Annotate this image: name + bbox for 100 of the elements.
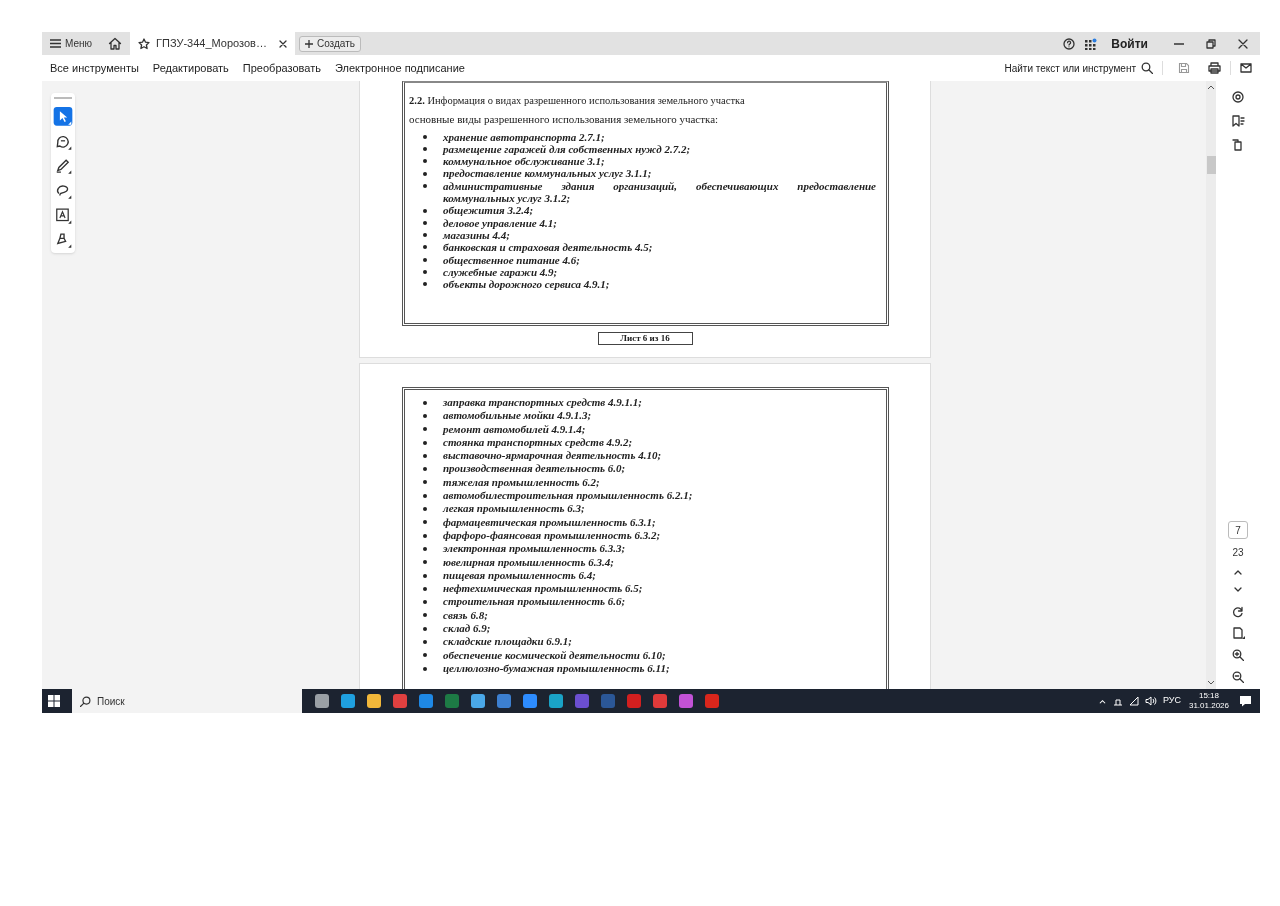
bullet-icon: [423, 400, 427, 405]
apps-grid-icon[interactable]: [1085, 37, 1098, 50]
app-icon[interactable]: [676, 691, 696, 711]
scroll-down-icon[interactable]: [1207, 678, 1215, 686]
page-fit-icon[interactable]: [1231, 627, 1245, 640]
bullet-icon: [423, 147, 427, 152]
bullet-icon: [423, 134, 427, 139]
close-icon[interactable]: [1238, 38, 1248, 49]
menu-button[interactable]: Меню: [42, 32, 101, 55]
clock-time[interactable]: 15:18: [1198, 691, 1219, 701]
toolbar-menu-item[interactable]: Электронное подписание: [334, 59, 465, 77]
list-item: размещение гаражей для собственных нужд 2.7.2;: [443, 142, 691, 156]
plus-icon: [304, 39, 313, 48]
list-item: производственная деятельность 6.0;: [443, 462, 626, 476]
speaker-icon[interactable]: [1144, 696, 1157, 706]
app-icon[interactable]: [546, 691, 566, 711]
pages-icon[interactable]: [1232, 139, 1244, 151]
list-item: объекты дорожного сервиса 4.9.1;: [443, 278, 610, 291]
bullet-icon: [423, 600, 427, 605]
tab-title: ГПЗУ-344_Морозов…: [156, 36, 267, 52]
star-icon[interactable]: [138, 37, 151, 50]
list-item: фармацевтическая промышленность 6.3.1;: [443, 515, 656, 529]
bullet-icon: [423, 507, 427, 511]
list-item: предоставление коммунальных услуг 3.1.1;: [443, 167, 652, 180]
scroll-up-icon[interactable]: [1207, 84, 1215, 92]
app-icon[interactable]: [416, 691, 436, 711]
total-pages-text: 23: [1232, 546, 1244, 560]
restore-icon[interactable]: [1206, 38, 1216, 49]
app-icon[interactable]: [650, 691, 670, 711]
help-icon[interactable]: [1063, 37, 1076, 50]
chevron-up-icon[interactable]: [1097, 697, 1107, 705]
notification-icon[interactable]: [1239, 695, 1252, 707]
list-item: автомобилестроительная промышленность 6.2.1;: [443, 489, 693, 503]
list-item: коммунальное обслуживание 3.1;: [443, 155, 605, 168]
bullet-icon: [423, 233, 427, 238]
list-item: легкая промышленность 6.3;: [443, 502, 585, 516]
taskbar-search-field[interactable]: Поиск: [72, 689, 302, 713]
list-item: нефтехимическая промышленность 6.5;: [443, 582, 643, 596]
rotate-icon[interactable]: [1232, 606, 1244, 618]
app-icon[interactable]: [468, 691, 488, 711]
create-button[interactable]: Создать: [298, 35, 361, 52]
find-tool-search[interactable]: Найти текст или инструмент: [1004, 60, 1153, 76]
list-item: деловое управление 4.1;: [443, 216, 557, 229]
save-icon[interactable]: [1178, 62, 1190, 74]
list-item: выставочно-ярмарочная деятельность 4.10;: [443, 449, 662, 463]
list-item: целлюлозно-бумажная промышленность 6.11;: [443, 661, 670, 676]
list-item: общежития 3.2.4;: [443, 204, 534, 217]
bullet-icon: [423, 573, 427, 578]
page-number-field[interactable]: 7: [1228, 521, 1248, 539]
document-tab[interactable]: ГПЗУ-344_Морозов…: [130, 32, 295, 55]
bullet-icon: [423, 520, 427, 525]
sign-in-button[interactable]: Войти: [1111, 34, 1148, 53]
app-icon[interactable]: [390, 691, 410, 711]
toolbar-menu-item[interactable]: Все инструменты: [50, 59, 139, 77]
menu-icon: [50, 39, 61, 48]
list-item: магазины 4.4;: [443, 228, 510, 242]
list-item: ремонт автомобилей 4.9.1.4;: [443, 422, 586, 436]
zoom-out-icon[interactable]: [1232, 671, 1244, 683]
bullet-icon: [423, 613, 427, 618]
app-icon[interactable]: [364, 691, 384, 711]
bullet-icon: [423, 183, 427, 188]
zoom-in-icon[interactable]: [1232, 649, 1244, 661]
list-item: ювелирная промышленность 6.3.4;: [443, 555, 614, 569]
bullet-icon: [423, 208, 427, 213]
wifi-icon[interactable]: [1128, 696, 1139, 706]
bullet-icon: [423, 653, 427, 658]
list-item: строительная промышленность 6.6;: [443, 595, 626, 609]
app-icon[interactable]: [312, 691, 332, 711]
list-item: обеспечение космической деятельности 6.10;: [443, 648, 666, 662]
bullet-icon: [423, 626, 427, 631]
toolbar-menu-item[interactable]: Редактировать: [152, 59, 229, 77]
section-subheading: основные виды разрешенного использования земельного участка:: [409, 113, 720, 126]
app-icon[interactable]: [338, 691, 358, 711]
bullet-icon: [423, 257, 427, 262]
list-item: фарфоро-фаянсовая промышленность 6.3.2;: [443, 528, 661, 543]
list-item: заправка транспортных средств 4.9.1.1;: [443, 396, 642, 410]
language-indicator[interactable]: РУС: [1162, 694, 1181, 708]
chevron-up-icon[interactable]: [1233, 568, 1243, 576]
bullet-icon: [423, 159, 427, 164]
list-item: склад 6.9;: [443, 622, 491, 636]
home-icon[interactable]: [108, 37, 123, 50]
bookmark-icon[interactable]: [1231, 115, 1245, 127]
bullet-icon: [423, 453, 427, 458]
windows-logo-icon[interactable]: [48, 695, 60, 707]
bullet-icon: [423, 270, 427, 274]
toolbar-menu-item[interactable]: Преобразовать: [242, 59, 321, 77]
clock-date[interactable]: 31.01.2026: [1188, 701, 1229, 711]
app-icon[interactable]: [520, 691, 540, 711]
bullet-icon: [423, 480, 427, 485]
bullet-icon: [423, 171, 427, 176]
list-item: общественное питание 4.6;: [443, 253, 580, 266]
print-icon[interactable]: [1208, 62, 1221, 74]
text-box-icon[interactable]: [53, 205, 73, 225]
close-icon[interactable]: [278, 39, 287, 48]
app-icon[interactable]: [494, 691, 514, 711]
scrollbar-thumb[interactable]: [1206, 156, 1216, 174]
mail-icon[interactable]: [1240, 63, 1252, 73]
chevron-down-icon[interactable]: [1233, 586, 1243, 594]
bullet-icon: [423, 493, 427, 498]
search-icon: [1141, 62, 1153, 74]
